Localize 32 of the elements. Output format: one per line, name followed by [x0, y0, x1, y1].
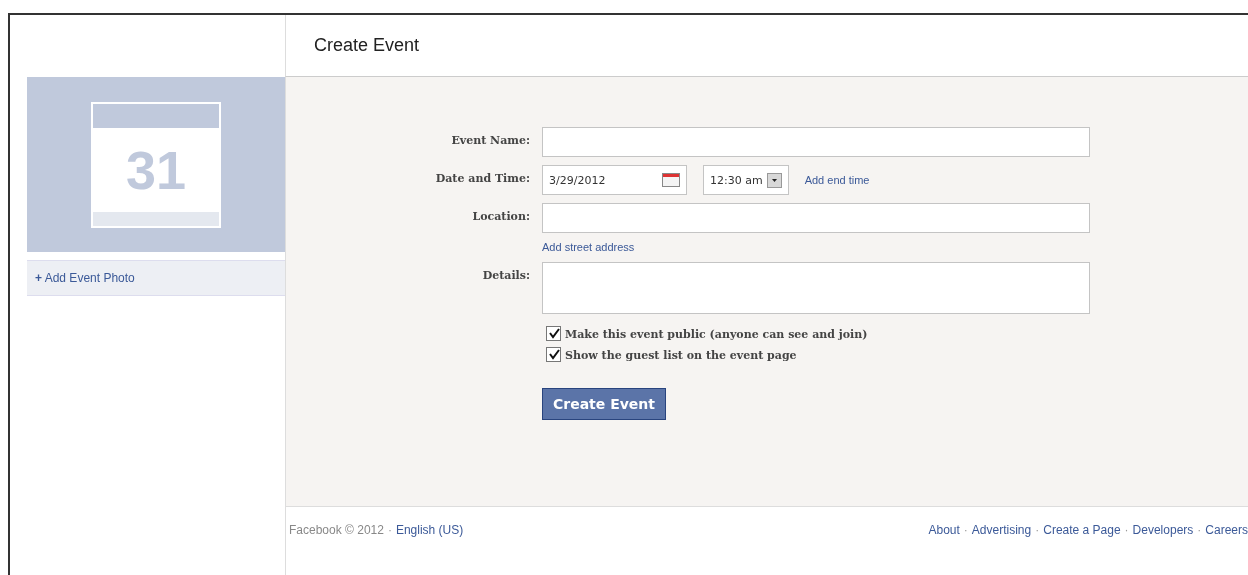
- page-title: Create Event: [314, 35, 420, 56]
- field-label: Location:: [471, 209, 530, 223]
- text-field[interactable]: [542, 203, 1090, 233]
- footer-link[interactable]: About: [928, 523, 960, 537]
- time-select[interactable]: 12:30 am: [703, 165, 789, 195]
- calendar-day: 31: [93, 127, 219, 212]
- text-field[interactable]: [542, 127, 1090, 157]
- date-field[interactable]: 3/29/2012: [542, 165, 687, 195]
- copyright-text: Facebook © 2012: [289, 523, 384, 537]
- separator: ·: [1035, 523, 1040, 537]
- checkbox[interactable]: [546, 347, 561, 362]
- separator: ·: [963, 523, 968, 537]
- footer-link[interactable]: Create a Page: [1043, 523, 1121, 537]
- details-field[interactable]: [542, 262, 1090, 314]
- add-address-link[interactable]: Add street address: [542, 241, 635, 253]
- checkbox-label: Show the guest list on the event page: [565, 349, 797, 362]
- footer-link[interactable]: Careers: [1205, 523, 1248, 537]
- add-end-time-link[interactable]: Add end time: [804, 174, 870, 186]
- separator: ·: [387, 523, 392, 537]
- calendar-icon[interactable]: [662, 173, 680, 187]
- footer-link[interactable]: Advertising: [971, 523, 1032, 537]
- create-event-button[interactable]: Create Event: [542, 388, 667, 420]
- footer-link[interactable]: English (US): [395, 523, 464, 537]
- checkbox-label: Make this event public (anyone can see and join): [565, 328, 868, 341]
- separator: ·: [1197, 523, 1202, 537]
- separator: ·: [1124, 523, 1129, 537]
- add-photo-link[interactable]: + Add Event Photo: [27, 260, 285, 296]
- field-label: Event Name:: [450, 133, 530, 147]
- checkbox[interactable]: [546, 326, 561, 341]
- footer-link[interactable]: Developers: [1132, 523, 1194, 537]
- field-label: Date and Time:: [434, 171, 530, 185]
- field-label: Details:: [481, 268, 530, 282]
